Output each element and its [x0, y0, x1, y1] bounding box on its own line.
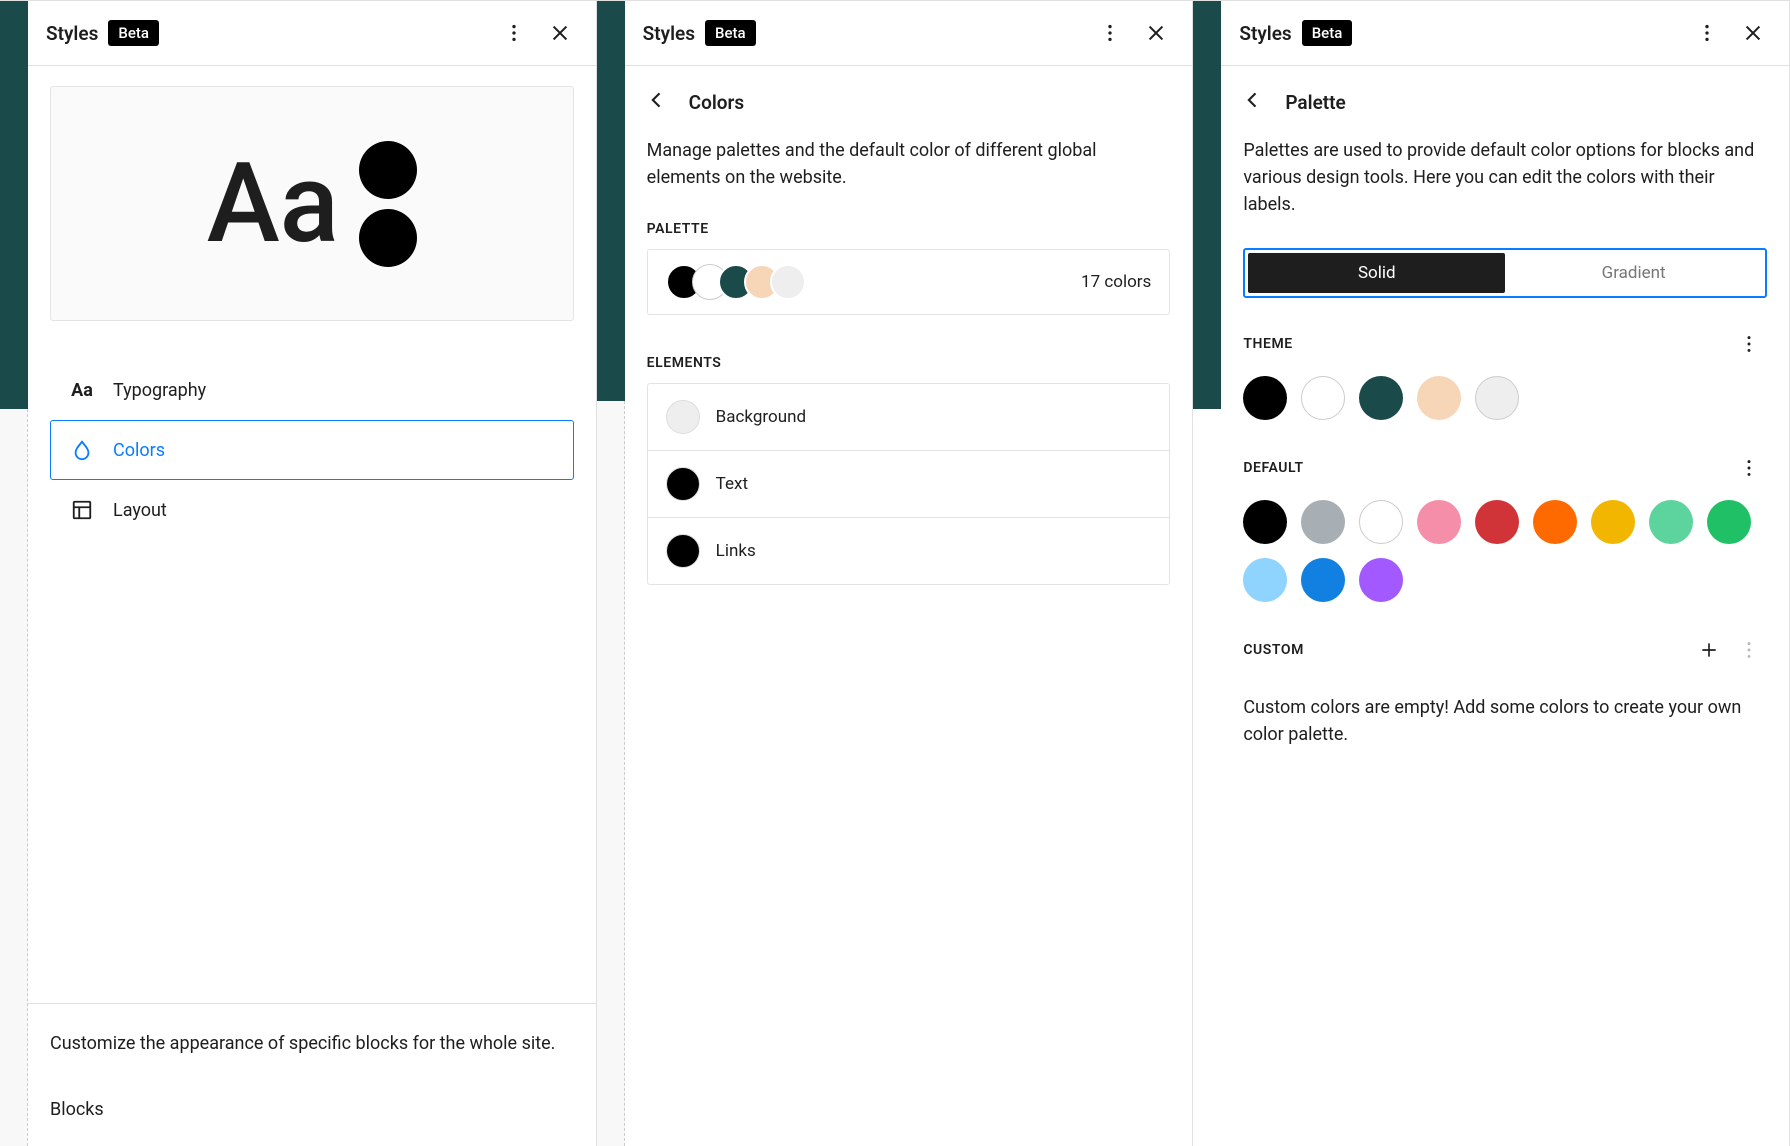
palette-row[interactable]: 17 colors	[647, 249, 1171, 315]
panel-header: Styles Beta	[625, 1, 1193, 66]
color-swatch	[666, 467, 700, 501]
color-swatch[interactable]	[1301, 376, 1345, 420]
more-menu-button[interactable]	[1092, 15, 1128, 51]
default-heading: DEFAULT	[1243, 460, 1303, 476]
color-swatch[interactable]	[1707, 500, 1751, 544]
element-label: Background	[716, 407, 806, 427]
nav-item-colors[interactable]: Colors	[50, 420, 574, 480]
color-swatch[interactable]	[1417, 376, 1461, 420]
preview-color-dot	[359, 141, 417, 199]
element-label: Links	[716, 541, 756, 561]
nav-item-layout[interactable]: Layout	[50, 480, 574, 540]
color-swatch[interactable]	[1475, 500, 1519, 544]
beta-badge: Beta	[1302, 20, 1353, 46]
style-preview-card: Aa	[50, 86, 574, 321]
color-swatch[interactable]	[1417, 500, 1461, 544]
back-button[interactable]	[647, 90, 667, 115]
tab-solid[interactable]: Solid	[1248, 253, 1505, 293]
typography-icon: Aa	[69, 380, 95, 401]
close-button[interactable]	[542, 15, 578, 51]
color-swatch[interactable]	[1533, 500, 1577, 544]
section-title: Palette	[1285, 91, 1345, 114]
blocks-description: Customize the appearance of specific blo…	[50, 1030, 574, 1057]
color-swatch[interactable]	[1359, 558, 1403, 602]
element-text[interactable]: Text	[648, 451, 1170, 518]
color-swatch[interactable]	[1243, 376, 1287, 420]
preview-aa-text: Aa	[207, 149, 339, 259]
color-swatch[interactable]	[1301, 558, 1345, 602]
panel-title: Styles	[643, 22, 695, 45]
color-swatch[interactable]	[1359, 376, 1403, 420]
drop-icon	[69, 439, 95, 461]
custom-more-button[interactable]	[1731, 632, 1767, 668]
section-description: Manage palettes and the default color of…	[625, 125, 1193, 221]
panel-header: Styles Beta	[28, 1, 596, 66]
blocks-section: Customize the appearance of specific blo…	[28, 1003, 596, 1146]
preview-color-dot	[359, 209, 417, 267]
color-swatch[interactable]	[1649, 500, 1693, 544]
color-swatch[interactable]	[1301, 500, 1345, 544]
nav-label: Layout	[113, 500, 167, 521]
element-label: Text	[716, 474, 748, 494]
element-background[interactable]: Background	[648, 384, 1170, 451]
element-links[interactable]: Links	[648, 518, 1170, 584]
close-button[interactable]	[1138, 15, 1174, 51]
color-swatch[interactable]	[1475, 376, 1519, 420]
color-swatch[interactable]	[1243, 500, 1287, 544]
default-more-button[interactable]	[1731, 450, 1767, 486]
color-swatch	[666, 400, 700, 434]
close-button[interactable]	[1735, 15, 1771, 51]
tab-gradient[interactable]: Gradient	[1505, 253, 1762, 293]
panel-header: Styles Beta	[1221, 1, 1789, 66]
layout-icon	[69, 499, 95, 521]
palette-swatch	[770, 264, 806, 300]
panel-title: Styles	[1239, 22, 1291, 45]
panel-title: Styles	[46, 22, 98, 45]
section-title: Colors	[689, 91, 744, 114]
custom-heading: CUSTOM	[1243, 642, 1304, 658]
blocks-link[interactable]: Blocks	[50, 1099, 574, 1120]
section-description: Palettes are used to provide default col…	[1221, 125, 1789, 248]
nav-label: Typography	[113, 380, 206, 401]
back-button[interactable]	[1243, 90, 1263, 115]
theme-heading: THEME	[1243, 336, 1292, 352]
color-swatch[interactable]	[1243, 558, 1287, 602]
nav-item-typography[interactable]: Aa Typography	[50, 361, 574, 420]
palette-color-count: 17 colors	[1081, 272, 1151, 292]
elements-heading: ELEMENTS	[625, 355, 1193, 383]
add-custom-color-button[interactable]	[1691, 632, 1727, 668]
theme-more-button[interactable]	[1731, 326, 1767, 362]
palette-type-toggle: Solid Gradient	[1243, 248, 1767, 298]
beta-badge: Beta	[705, 20, 756, 46]
more-menu-button[interactable]	[496, 15, 532, 51]
color-swatch[interactable]	[1359, 500, 1403, 544]
color-swatch[interactable]	[1591, 500, 1635, 544]
nav-label: Colors	[113, 440, 165, 461]
more-menu-button[interactable]	[1689, 15, 1725, 51]
custom-empty-description: Custom colors are empty! Add some colors…	[1221, 694, 1789, 748]
palette-heading: PALETTE	[625, 221, 1193, 249]
color-swatch	[666, 534, 700, 568]
beta-badge: Beta	[108, 20, 159, 46]
